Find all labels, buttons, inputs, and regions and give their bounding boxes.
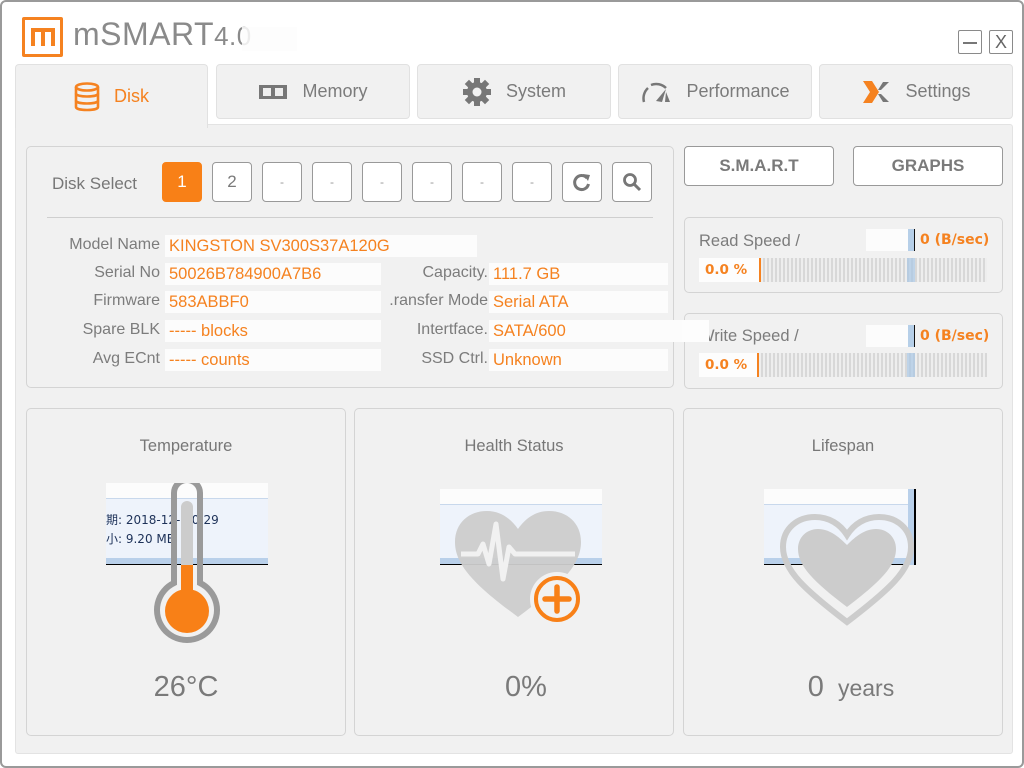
serial-no-value: 50026B784900A7B6 xyxy=(165,263,381,285)
app-logo xyxy=(22,17,63,57)
avg-ecnt-value: ----- counts xyxy=(165,349,381,371)
lifespan-title: Lifespan xyxy=(811,437,875,455)
title-overlay-patch xyxy=(242,27,297,51)
tab-disk-label: Disk xyxy=(114,86,149,106)
smart-button[interactable]: S.M.A.R.T xyxy=(684,146,834,186)
read-speed-bar-fill xyxy=(759,258,761,282)
search-icon xyxy=(623,173,642,192)
read-speed-percent: 0.0 % xyxy=(699,258,759,282)
lifespan-number: 0 xyxy=(807,671,824,703)
app-window: mSMART4.0 X Disk Memory System Performan… xyxy=(0,0,1024,768)
firmware-value: 583ABBF0 xyxy=(165,291,381,313)
transfer-mode-label: ransfer Mode. xyxy=(389,292,488,309)
read-speed-marker xyxy=(908,229,915,251)
tab-system[interactable]: System xyxy=(417,64,611,119)
ssd-ctrl-label: SSD Ctrl. xyxy=(421,350,488,367)
write-speed-value: 0 (B/sec) xyxy=(920,328,990,344)
close-button[interactable]: X xyxy=(989,30,1013,54)
gear-icon xyxy=(462,77,492,107)
disk-button-3[interactable]: - xyxy=(262,162,302,202)
write-speed-bar xyxy=(757,353,987,377)
database-icon xyxy=(74,81,100,112)
disk-button-6[interactable]: - xyxy=(412,162,452,202)
tab-disk[interactable]: Disk xyxy=(15,64,208,128)
model-name-label: Model Name xyxy=(69,236,160,253)
serial-no-label: Serial No xyxy=(94,264,160,281)
read-speed-label: Read Speed / xyxy=(699,232,800,250)
write-speed-label: Write Speed / xyxy=(699,327,799,345)
write-speed-bar-highlight xyxy=(907,353,915,377)
read-speed-bar xyxy=(759,258,987,282)
memory-chip-icon xyxy=(258,83,288,101)
lifespan-unit: years xyxy=(837,675,895,701)
write-speed-panel xyxy=(684,313,1003,389)
tab-performance[interactable]: Performance xyxy=(618,64,812,119)
lifespan-card: Lifespan 0 years xyxy=(683,408,1003,736)
minimize-button[interactable] xyxy=(958,30,982,54)
speedometer-icon xyxy=(640,80,672,104)
disk-button-2[interactable]: 2 xyxy=(212,162,252,202)
logo-m-icon xyxy=(30,28,55,46)
tab-settings-label: Settings xyxy=(905,81,971,101)
read-speed-value: 0 (B/sec) xyxy=(920,232,990,248)
write-speed-marker xyxy=(908,325,915,347)
health-value: 0% xyxy=(505,671,547,703)
ssd-ctrl-value: Unknown xyxy=(489,349,668,371)
heart-icon xyxy=(780,514,914,626)
capacity-value: 111.7 GB xyxy=(489,263,668,285)
write-speed-bar-fill xyxy=(757,353,759,377)
health-card: Health Status 0% xyxy=(354,408,674,736)
disk-button-7[interactable]: - xyxy=(462,162,502,202)
model-name-value: KINGSTON SV300S37A120G xyxy=(165,235,477,257)
lifespan-value: 0 years xyxy=(692,671,1010,704)
refresh-icon xyxy=(573,174,590,191)
write-label-overlay-patch xyxy=(682,320,709,342)
graphs-button[interactable]: GRAPHS xyxy=(853,146,1003,186)
tab-settings[interactable]: Settings xyxy=(819,64,1013,119)
health-title: Health Status xyxy=(464,437,564,455)
write-speed-percent: 0.0 % xyxy=(699,353,759,377)
tab-performance-label: Performance xyxy=(686,81,790,101)
temperature-card: Temperature 期: 2018-12- 10:29 小: 9.20 MB… xyxy=(26,408,346,736)
app-name: mSMART xyxy=(73,16,215,52)
refresh-button[interactable] xyxy=(562,162,602,202)
read-speed-box xyxy=(866,229,910,251)
temperature-title: Temperature xyxy=(139,437,233,455)
divider xyxy=(47,217,653,218)
disk-button-8[interactable]: - xyxy=(512,162,552,202)
thermometer-icon xyxy=(154,483,220,644)
write-speed-box xyxy=(866,325,910,347)
heart-pulse-plus-icon xyxy=(455,511,584,626)
temperature-value: 26°C xyxy=(153,671,219,703)
interface-value: SATA/600 xyxy=(489,320,709,342)
close-icon: X xyxy=(994,31,1007,52)
disk-select-label: Disk Select xyxy=(52,174,138,193)
minimize-icon xyxy=(963,42,977,44)
app-title: mSMART4.0 xyxy=(73,16,252,53)
read-speed-bar-highlight xyxy=(907,258,915,282)
disk-button-1[interactable]: 1 xyxy=(162,162,202,202)
spare-blk-label: Spare BLK xyxy=(82,321,160,338)
tab-system-label: System xyxy=(505,81,566,101)
tab-memory[interactable]: Memory xyxy=(216,64,410,119)
tab-memory-label: Memory xyxy=(302,81,368,101)
disk-button-4[interactable]: - xyxy=(312,162,352,202)
disk-button-5[interactable]: - xyxy=(362,162,402,202)
settings-x-icon xyxy=(861,79,891,105)
firmware-label: Firmware xyxy=(93,292,160,309)
interface-label: Intertface. xyxy=(416,321,488,338)
search-button[interactable] xyxy=(612,162,652,202)
capacity-label: Capacity. xyxy=(422,264,488,281)
transfer-mode-value: Serial ATA xyxy=(489,291,668,313)
avg-ecnt-label: Avg ECnt xyxy=(92,350,160,367)
spare-blk-value: ----- blocks xyxy=(165,320,381,342)
